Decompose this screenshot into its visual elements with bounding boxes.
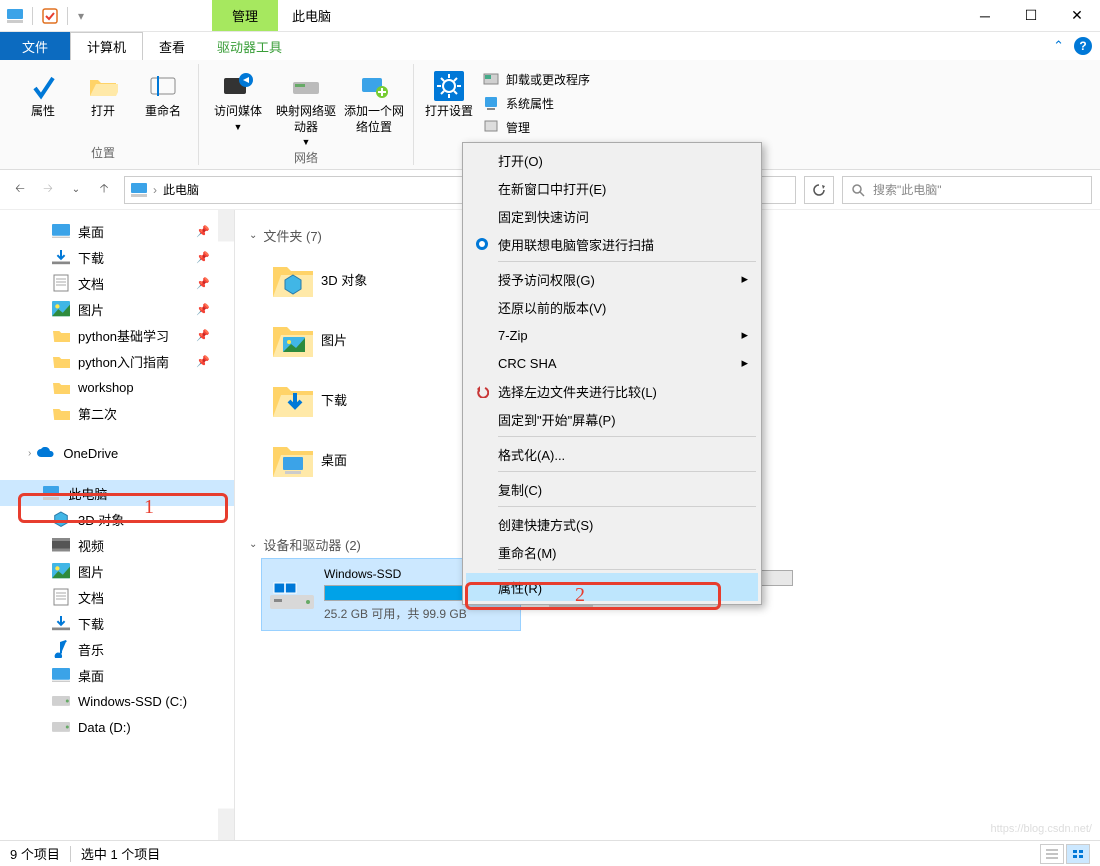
view-large-button[interactable] [1066,844,1090,864]
add-location-label: 添加一个网络位置 [343,104,405,135]
ctx-在新窗口中打开(E)[interactable]: 在新窗口中打开(E) [466,174,758,202]
ribbon-group-location: 属性 打开 重命名 位置 [8,64,199,165]
open-settings-button[interactable]: 打开设置 [422,66,476,120]
refresh-button[interactable] [804,176,834,204]
watermark: https://blog.csdn.net/ [990,823,1092,835]
up-button[interactable]: 🡡 [92,178,116,202]
nav-item-视频[interactable]: 视频 [0,532,234,558]
nav-item-python基础学习[interactable]: python基础学习📌 [0,322,234,348]
nav-item-桌面[interactable]: 桌面📌 [0,218,234,244]
rename-label: 重命名 [145,104,181,120]
status-selected-count: 选中 1 个项目 [81,844,160,863]
nav-item-第二次[interactable]: 第二次 [0,400,234,426]
manage-button[interactable]: 管理 [482,118,590,136]
ribbon-group-network: 访问媒体 ▼ 映射网络驱动器 ▼ 添加一个网络位置 网络 [199,64,414,165]
group-network-label: 网络 [294,149,318,170]
search-box[interactable]: 搜索"此电脑" [842,176,1092,204]
folder-3D 对象[interactable]: 3D 对象 [261,249,441,309]
nav-item-Windows-SSD (C:)[interactable]: Windows-SSD (C:) [0,688,234,714]
maximize-button[interactable]: ☐ [1008,0,1054,32]
nav-item-文档[interactable]: 文档📌 [0,270,234,296]
rename-button[interactable]: 重命名 [136,66,190,120]
quick-access-toolbar: ▾ [0,0,92,31]
group-location-label: 位置 [91,144,115,165]
tab-drive-tools[interactable]: 驱动器工具 [201,32,298,60]
minimize-button[interactable]: ─ [962,0,1008,32]
open-label: 打开 [91,104,115,120]
folder-下载[interactable]: 下载 [261,369,441,429]
ctx-复制(C)[interactable]: 复制(C) [466,475,758,503]
ctx-还原以前的版本(V)[interactable]: 还原以前的版本(V) [466,293,758,321]
access-media-button[interactable]: 访问媒体 ▼ [207,66,269,133]
pc-icon [131,183,147,197]
navigation-pane[interactable]: 桌面📌下载📌文档📌图片📌python基础学习📌python入门指南📌worksh… [0,210,235,840]
add-location-button[interactable]: 添加一个网络位置 [343,66,405,135]
ctx-重命名(M)[interactable]: 重命名(M) [466,538,758,566]
nav-item-图片[interactable]: 图片📌 [0,296,234,322]
ctx-属性(R)[interactable]: 属性(R) [466,573,758,601]
map-drive-button[interactable]: 映射网络驱动器 ▼ [275,66,337,149]
nav-thispc[interactable]: ⌄ 此电脑 [0,480,234,506]
manage-tab[interactable]: 管理 [212,0,278,31]
forward-button[interactable]: 🡢 [36,178,60,202]
nav-item-3D 对象[interactable]: 3D 对象 [0,506,234,532]
ctx-格式化(A)...[interactable]: 格式化(A)... [466,440,758,468]
nav-item-音乐[interactable]: 音乐 [0,636,234,662]
ctx-使用联想电脑管家进行扫描[interactable]: 使用联想电脑管家进行扫描 [466,230,758,258]
nav-item-文档[interactable]: 文档 [0,584,234,610]
nav-item-桌面[interactable]: 桌面 [0,662,234,688]
view-details-button[interactable] [1040,844,1064,864]
back-button[interactable]: 🡠 [8,178,32,202]
nav-item-下载[interactable]: 下载 [0,610,234,636]
uninstall-button[interactable]: 卸载或更改程序 [482,70,590,88]
ctx-打开(O)[interactable]: 打开(O) [466,146,758,174]
system-properties-button[interactable]: 系统属性 [482,94,590,112]
status-item-count: 9 个项目 [10,844,60,863]
ctx-固定到快速访问[interactable]: 固定到快速访问 [466,202,758,230]
recent-dropdown[interactable]: ⌄ [64,178,88,202]
status-bar: 9 个项目 选中 1 个项目 [0,840,1100,866]
ctx-创建快捷方式(S)[interactable]: 创建快捷方式(S) [466,510,758,538]
open-settings-label: 打开设置 [425,104,473,120]
nav-item-workshop[interactable]: workshop [0,374,234,400]
dropdown-icon[interactable]: ▾ [74,5,88,27]
properties-label: 属性 [31,104,55,120]
nav-item-图片[interactable]: 图片 [0,558,234,584]
access-media-label: 访问媒体 [214,104,262,120]
ctx-授予访问权限(G)[interactable]: 授予访问权限(G)▸ [466,265,758,293]
nav-item-下载[interactable]: 下载📌 [0,244,234,270]
window-title: 此电脑 [292,6,331,25]
app-icon[interactable] [4,5,26,27]
context-menu: 打开(O)在新窗口中打开(E)固定到快速访问使用联想电脑管家进行扫描授予访问权限… [462,142,762,605]
properties-button[interactable]: 属性 [16,66,70,120]
system-small-buttons: 卸载或更改程序 系统属性 管理 [482,66,590,136]
folder-图片[interactable]: 图片 [261,309,441,369]
ctx-选择左边文件夹进行比较(L)[interactable]: 选择左边文件夹进行比较(L) [466,377,758,405]
collapse-ribbon-icon[interactable]: ⌃ [1053,38,1064,54]
ctx-CRC SHA[interactable]: CRC SHA▸ [466,349,758,377]
search-placeholder: 搜索"此电脑" [873,181,942,198]
properties-icon[interactable] [39,5,61,27]
tab-view[interactable]: 查看 [143,32,201,60]
tab-computer[interactable]: 计算机 [70,32,143,60]
nav-onedrive[interactable]: › OneDrive [0,440,234,466]
open-button[interactable]: 打开 [76,66,130,120]
address-text: 此电脑 [163,181,199,198]
folder-桌面[interactable]: 桌面 [261,429,441,489]
ribbon-tabs: 文件 计算机 查看 驱动器工具 ⌃ ? [0,32,1100,60]
nav-item-Data (D:)[interactable]: Data (D:) [0,714,234,740]
window-controls: ─ ☐ ✕ [962,0,1100,32]
ctx-7-Zip[interactable]: 7-Zip▸ [466,321,758,349]
titlebar: ▾ 管理 此电脑 ─ ☐ ✕ [0,0,1100,32]
nav-item-python入门指南[interactable]: python入门指南📌 [0,348,234,374]
ctx-固定到"开始"屏幕(P)[interactable]: 固定到"开始"屏幕(P) [466,405,758,433]
close-button[interactable]: ✕ [1054,0,1100,32]
help-icon[interactable]: ? [1074,37,1092,55]
tab-file[interactable]: 文件 [0,32,70,60]
search-icon [851,183,865,197]
map-drive-label: 映射网络驱动器 [275,104,337,135]
